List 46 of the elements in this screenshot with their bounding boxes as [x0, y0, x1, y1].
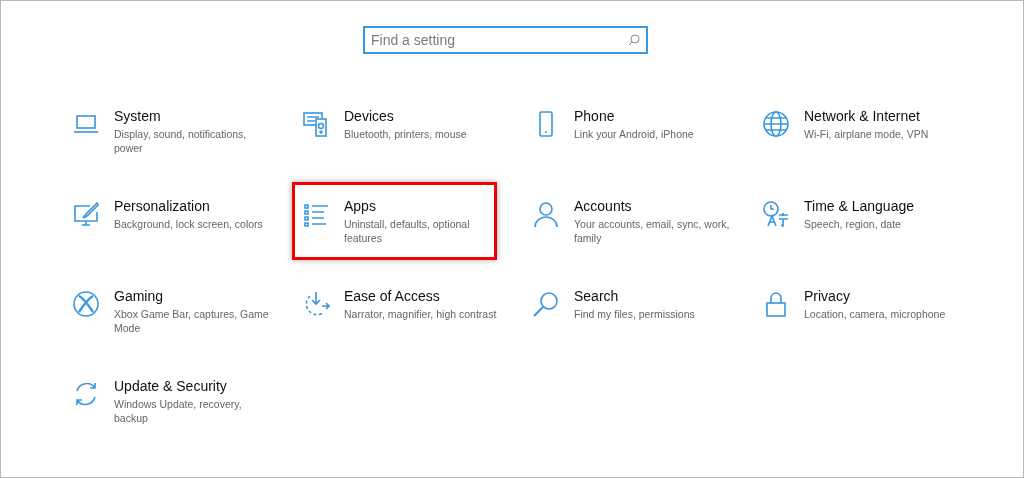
settings-tile[interactable]: Ease of Access Narrator, magnifier, high contrast: [292, 272, 497, 350]
tile-description: Find my files, permissions: [574, 307, 696, 321]
tile-title: Privacy: [804, 288, 850, 304]
tile-title: System: [114, 108, 161, 124]
settings-tile[interactable]: Apps Uninstall, defaults, optional features: [292, 182, 497, 260]
tile-title: Gaming: [114, 288, 164, 304]
tile-description: Narrator, magnifier, high contrast: [344, 307, 498, 321]
tile-description: Display, sound, notifications, power: [114, 127, 248, 155]
settings-tile[interactable]: Gaming Xbox Game Bar, captures, Game Mode: [62, 272, 267, 350]
settings-tile[interactable]: Personalization Background, lock screen, colors: [62, 182, 267, 260]
tile-title: Ease of Access: [344, 288, 440, 304]
tile-description: Xbox Game Bar, captures, Game Mode: [114, 307, 270, 335]
tile-description: Bluetooth, printers, mouse: [344, 127, 468, 141]
settings-tile[interactable]: Time & Language Speech, region, date: [752, 182, 957, 260]
tile-description: Uninstall, defaults, optional features: [344, 217, 471, 245]
settings-tile[interactable]: Devices Bluetooth, printers, mouse: [292, 92, 497, 170]
search-field[interactable]: Find a setting: [363, 26, 648, 54]
clock-and-characters-icon: [762, 200, 790, 228]
tile-title: Network & Internet: [804, 108, 920, 124]
tile-description: Link your Android, iPhone: [574, 127, 695, 141]
tile-description: Wi-Fi, airplane mode, VPN: [804, 127, 930, 141]
keyboard-and-speaker-icon: [302, 110, 330, 138]
search-icon: [532, 290, 560, 318]
settings-tile[interactable]: Update & Security Windows Update, recovery, backup: [62, 362, 267, 440]
tile-title: Search: [574, 288, 619, 304]
tile-description: Speech, region, date: [804, 217, 902, 231]
settings-tile[interactable]: Search Find my files, permissions: [522, 272, 727, 350]
settings-tile[interactable]: Phone Link your Android, iPhone: [522, 92, 727, 170]
search-icon: [628, 34, 640, 46]
tile-title: Personalization: [114, 198, 210, 214]
monitor-with-brush-icon: [72, 200, 100, 228]
tile-description: Windows Update, recovery, backup: [114, 397, 243, 425]
tile-title: Phone: [574, 108, 615, 124]
person-icon: [532, 200, 560, 228]
tile-title: Update & Security: [114, 378, 227, 394]
tile-title: Time & Language: [804, 198, 914, 214]
tile-title: Accounts: [574, 198, 632, 214]
globe-icon: [762, 110, 790, 138]
settings-tile[interactable]: Privacy Location, camera, microphone: [752, 272, 957, 350]
xbox-icon: [72, 290, 100, 318]
settings-tile[interactable]: Network & Internet Wi-Fi, airplane mode, VPN: [752, 92, 957, 170]
tile-description: Location, camera, microphone: [804, 307, 947, 321]
tile-description: Background, lock screen, colors: [114, 217, 264, 231]
settings-tile[interactable]: System Display, sound, notifications, power: [62, 92, 267, 170]
tile-title: Apps: [344, 198, 376, 214]
tile-title: Devices: [344, 108, 394, 124]
